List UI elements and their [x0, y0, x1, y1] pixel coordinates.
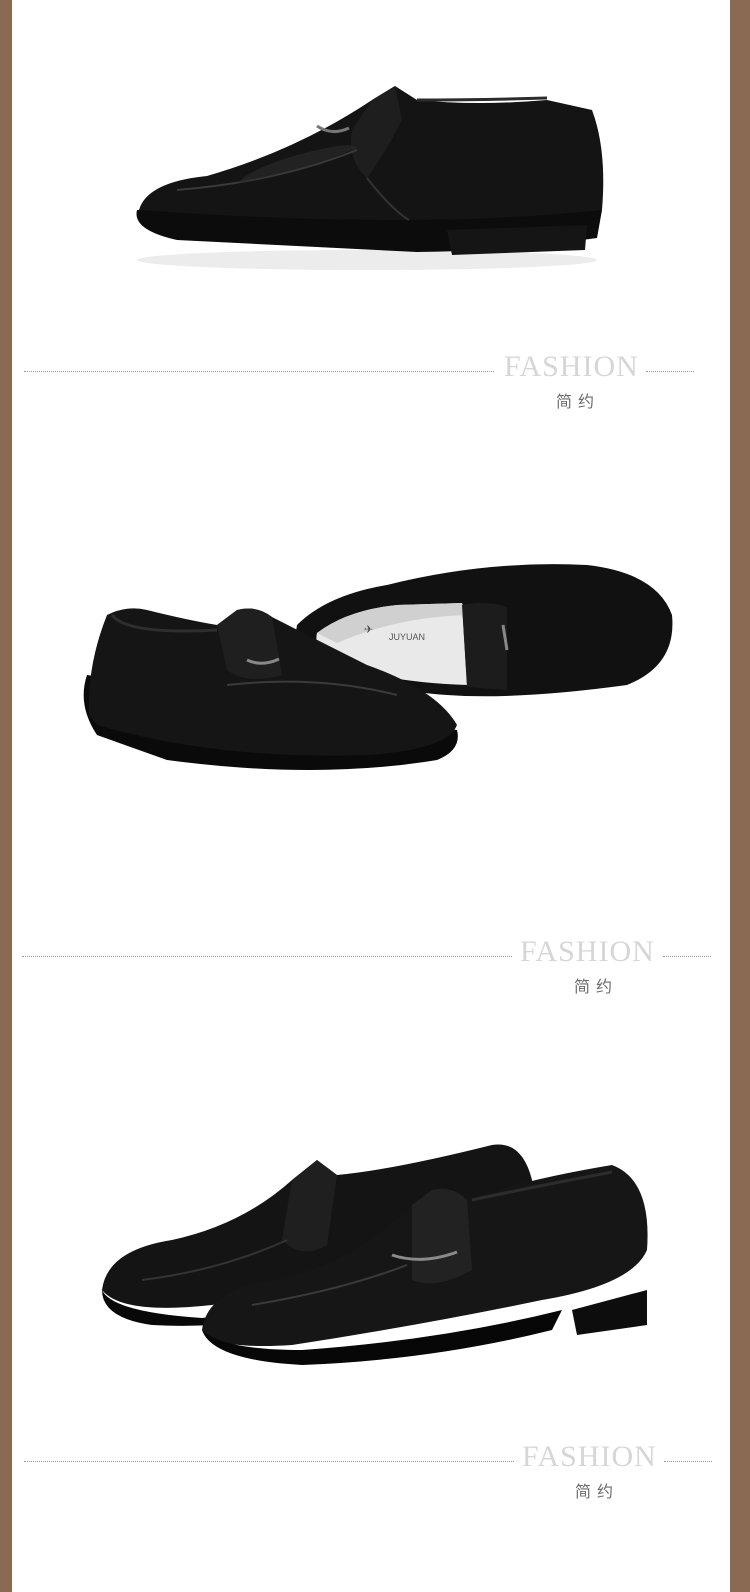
- section-subheading: 简约: [556, 394, 601, 411]
- dotted-divider-right: [646, 371, 694, 372]
- section-caption-3: FASHION 简约: [12, 1440, 730, 1501]
- dotted-divider-left: [24, 1461, 514, 1462]
- section-caption-2: FASHION 简约: [12, 935, 730, 996]
- shoe-front-pair-illustration: [102, 1144, 648, 1365]
- page-canvas: FASHION 简约 ✈ JUYUAN FASHION 简约 FASHION 简…: [12, 0, 730, 1592]
- product-image-side-view: [117, 70, 617, 280]
- dotted-divider-right: [663, 956, 711, 957]
- section-caption-1: FASHION 简约: [12, 350, 730, 411]
- shoe-pair-illustration: ✈ JUYUAN: [83, 564, 673, 770]
- dotted-divider-left: [22, 956, 512, 957]
- insole-brand-text: JUYUAN: [389, 632, 425, 642]
- dotted-divider-left: [24, 371, 494, 372]
- dotted-divider-right: [664, 1461, 712, 1462]
- section-subheading: 简约: [574, 979, 619, 996]
- section-subheading: 简约: [575, 1484, 620, 1501]
- insole-logo-icon: ✈: [364, 623, 373, 636]
- product-image-pair-view: ✈ JUYUAN: [67, 555, 687, 795]
- section-heading: FASHION: [504, 350, 639, 383]
- shoe-side-illustration: [136, 86, 604, 270]
- section-heading: FASHION: [522, 1440, 657, 1473]
- section-heading: FASHION: [520, 935, 655, 968]
- product-image-front-pair: [92, 1140, 652, 1390]
